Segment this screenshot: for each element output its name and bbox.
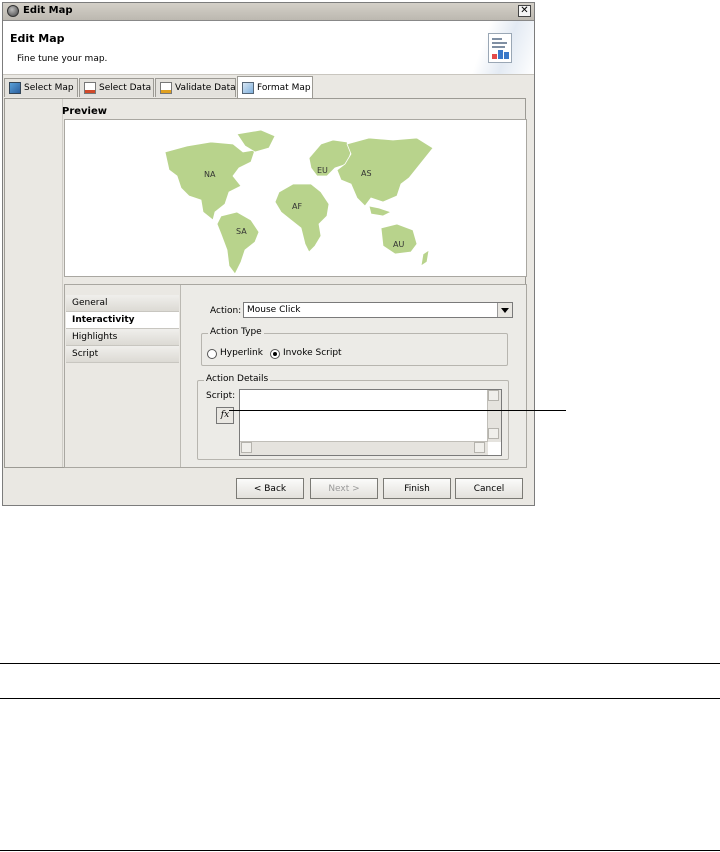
dialog-header: Edit Map Fine tune your map. bbox=[3, 21, 534, 75]
app-icon bbox=[7, 5, 19, 17]
window-title: Edit Map bbox=[23, 5, 73, 16]
radio-invoke-script-label: Invoke Script bbox=[283, 348, 342, 358]
continent-greenland bbox=[236, 129, 276, 153]
continent-label-as: AS bbox=[361, 169, 372, 178]
callout-line bbox=[229, 410, 566, 411]
tab-format-map[interactable]: Format Map bbox=[237, 76, 313, 98]
header-title: Edit Map bbox=[10, 32, 65, 45]
scroll-up-icon[interactable] bbox=[488, 390, 499, 401]
close-icon[interactable]: ✕ bbox=[518, 5, 531, 17]
finish-button[interactable]: Finish bbox=[383, 478, 451, 499]
continent-label-eu: EU bbox=[317, 166, 328, 175]
scroll-right-icon[interactable] bbox=[474, 442, 485, 453]
action-type-label: Action Type bbox=[208, 327, 264, 337]
header-subtitle: Fine tune your map. bbox=[17, 54, 108, 64]
continent-north-america bbox=[164, 141, 256, 221]
continent-australia bbox=[380, 223, 418, 255]
property-nav: General Interactivity Highlights Script bbox=[66, 295, 179, 363]
back-button[interactable]: < Back bbox=[236, 478, 304, 499]
nav-item-script[interactable]: Script bbox=[66, 346, 179, 363]
rule-line bbox=[0, 698, 720, 699]
rule-line bbox=[0, 663, 720, 664]
tab-select-data[interactable]: Select Data bbox=[79, 78, 154, 97]
radio-invoke-script[interactable] bbox=[270, 349, 280, 359]
continent-label-af: AF bbox=[292, 202, 302, 211]
scroll-left-icon[interactable] bbox=[241, 442, 252, 453]
next-button[interactable]: Next > bbox=[310, 478, 378, 499]
continent-label-na: NA bbox=[204, 170, 216, 179]
header-graphic bbox=[464, 21, 534, 74]
horizontal-scrollbar[interactable] bbox=[240, 441, 488, 455]
continent-asia bbox=[336, 137, 434, 207]
format-properties: General Interactivity Highlights Script … bbox=[64, 284, 527, 468]
select-map-icon bbox=[9, 82, 21, 94]
nav-item-highlights[interactable]: Highlights bbox=[66, 329, 179, 346]
validate-data-icon bbox=[160, 82, 172, 94]
vertical-scrollbar[interactable] bbox=[487, 390, 501, 442]
map-preview: NA SA EU AF AS AU bbox=[64, 119, 527, 277]
script-textarea[interactable] bbox=[239, 389, 502, 456]
scroll-down-icon[interactable] bbox=[488, 428, 499, 439]
preview-label: Preview bbox=[62, 106, 108, 117]
action-type-group: Action Type Hyperlink Invoke Script bbox=[201, 327, 508, 366]
nav-item-general[interactable]: General bbox=[66, 295, 179, 312]
cancel-button[interactable]: Cancel bbox=[455, 478, 523, 499]
title-bar[interactable]: Edit Map ✕ bbox=[3, 3, 534, 21]
left-strip bbox=[5, 99, 63, 467]
format-map-icon bbox=[242, 81, 254, 94]
map-report-icon bbox=[488, 33, 512, 63]
continent-new-zealand bbox=[420, 249, 430, 267]
rule-line bbox=[0, 850, 720, 851]
continent-label-au: AU bbox=[393, 240, 404, 249]
chevron-down-icon[interactable] bbox=[497, 303, 512, 317]
action-details-label: Action Details bbox=[204, 374, 271, 384]
action-dropdown[interactable]: Mouse Click bbox=[243, 302, 513, 318]
action-label: Action: bbox=[210, 306, 242, 316]
radio-hyperlink-label: Hyperlink bbox=[220, 348, 263, 358]
action-value: Mouse Click bbox=[247, 305, 301, 315]
tab-validate-data[interactable]: Validate Data bbox=[155, 78, 236, 97]
radio-hyperlink[interactable] bbox=[207, 349, 217, 359]
select-data-icon bbox=[84, 82, 96, 94]
continent-south-america bbox=[216, 211, 260, 275]
continent-africa bbox=[274, 183, 330, 253]
world-map: NA SA EU AF AS AU bbox=[164, 129, 434, 275]
nav-item-interactivity[interactable]: Interactivity bbox=[66, 312, 179, 329]
script-label: Script: bbox=[206, 391, 236, 401]
tab-select-map[interactable]: Select Map bbox=[4, 78, 78, 97]
continent-indonesia bbox=[368, 205, 393, 217]
continent-label-sa: SA bbox=[236, 227, 247, 236]
